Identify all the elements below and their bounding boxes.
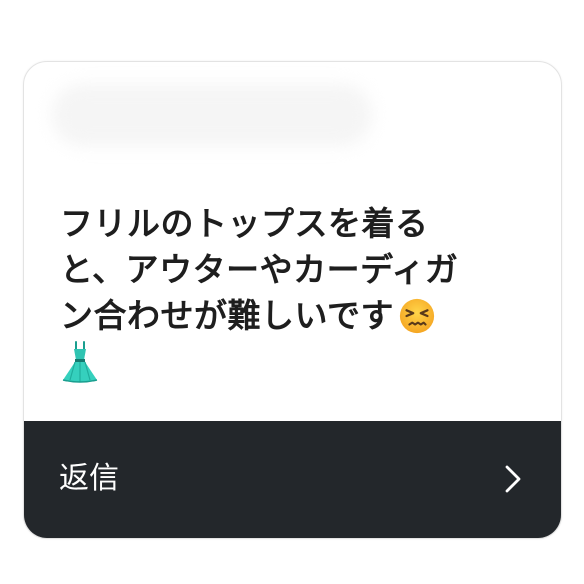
message-card[interactable]: フリルのトップスを着る と、アウターやカーディガ ン合わせが難しいです 返信 (23, 61, 562, 539)
message-line-2: と、アウターやカーディガ (60, 250, 459, 289)
persevering-face-icon (399, 298, 435, 333)
blurred-header (52, 84, 372, 146)
message-text: フリルのトップスを着る と、アウターやカーディガ ン合わせが難しいです (60, 201, 530, 384)
chevron-right-icon (505, 465, 521, 493)
message-line-1: フリルのトップスを着る (60, 204, 429, 243)
reply-bar[interactable]: 返信 (24, 421, 561, 538)
reply-label: 返信 (59, 461, 119, 496)
message-line-3: ン合わせが難しいです (60, 296, 395, 335)
dress-icon (62, 341, 98, 383)
